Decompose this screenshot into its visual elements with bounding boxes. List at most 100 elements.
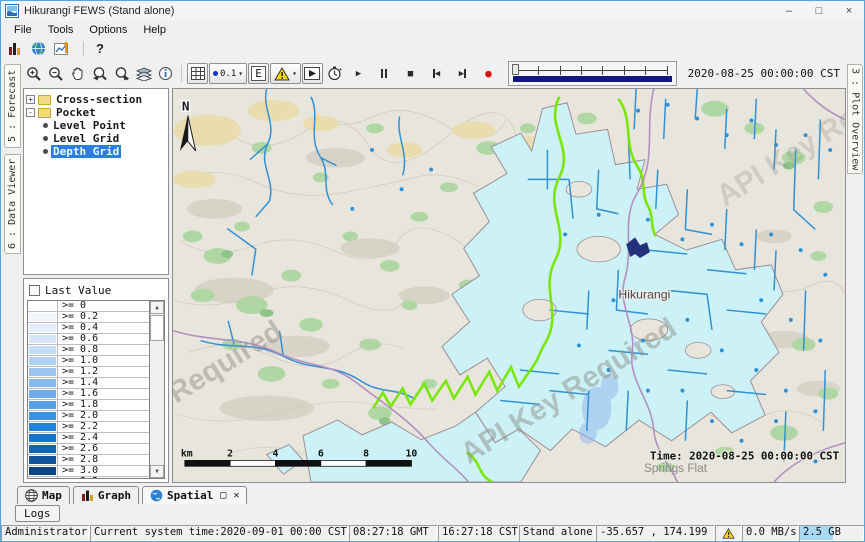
legend-color-swatch [28,411,58,421]
legend-scrollbar[interactable]: ▲ ▼ [149,301,164,478]
main-toolbar: ? [1,38,864,59]
chevron-down-icon: ▾ [292,69,297,78]
zoom-in-button[interactable] [23,63,44,84]
grid-toggle-button[interactable] [187,63,208,84]
legend-row-label: >= 0.6 [58,334,149,344]
map-canvas[interactable]: API Key Required API Key Required API Ke… [173,89,845,482]
time-slider[interactable] [508,61,677,86]
legend-row[interactable]: >= 3.2 [28,477,149,478]
tab-map[interactable]: Map [17,486,70,504]
time-slider-handle[interactable] [512,64,519,75]
tab-graph[interactable]: Graph [73,486,139,504]
folder-icon [38,95,51,105]
tree-item-level-grid[interactable]: Level Grid [26,132,166,145]
layer-bullet-icon [43,149,48,154]
menu-bar: FileToolsOptionsHelp [1,21,864,38]
zoom-next-button[interactable] [111,63,132,84]
tree-item-level-point[interactable]: Level Point [26,119,166,132]
timeseries-display-button[interactable] [54,41,71,56]
left-panel: + Cross-section - Pocket Level Point [23,88,169,483]
threshold-value-dropdown[interactable]: 0.1 ▾ [209,63,247,84]
window-controls: – □ × [774,1,864,21]
tree-item-label[interactable]: Cross-section [54,93,144,106]
scroll-down-icon[interactable]: ▼ [150,465,164,478]
svg-text:N: N [182,100,190,115]
animation-panel-button[interactable] [302,63,323,84]
logs-button[interactable]: Logs [15,505,60,522]
layers-button[interactable] [133,63,154,84]
record-button[interactable]: ● [479,64,498,83]
scrollbar-thumb[interactable] [150,315,164,341]
pan-button[interactable] [67,63,88,84]
svg-text:4: 4 [273,448,279,459]
legend-color-swatch [28,356,58,366]
tab-spatial[interactable]: Spatial □ ✕ [142,486,247,504]
legend-row-label: >= 1.8 [58,400,149,410]
legend-color-swatch [28,323,58,333]
expand-icon[interactable]: + [26,95,35,104]
info-button[interactable] [155,63,176,84]
menu-item[interactable]: File [6,23,40,37]
scroll-up-icon[interactable]: ▲ [150,301,164,314]
folder-icon [38,108,51,118]
status-transfer-rate: 0.0 MB/s [742,525,798,541]
main-content: + Cross-section - Pocket Level Point [21,88,847,485]
legend-row-label: >= 1.4 [58,378,149,388]
tab-float-icon[interactable]: □ [220,490,226,501]
zoom-previous-button[interactable] [89,63,110,84]
warning-threshold-dropdown[interactable]: ▾ [270,63,301,84]
play-button[interactable]: ▶ [349,64,368,83]
logs-display-button[interactable] [7,41,23,56]
legend-row-label: >= 2.4 [58,433,149,443]
legend-color-swatch [28,422,58,432]
tab-data-viewer[interactable]: 6 : Data Viewer [4,154,21,254]
tab-forecast[interactable]: 5 : Forecast [4,64,21,148]
tab-close-icon[interactable]: ✕ [233,490,239,501]
stop-button[interactable]: ■ [401,64,420,83]
close-button[interactable]: × [834,1,864,21]
workspace: 5 : Forecast 6 : Data Viewer [1,59,864,485]
pause-button[interactable] [375,64,394,83]
tree-item-label[interactable]: Pocket [54,106,98,119]
legend-row-label: >= 1.0 [58,356,149,366]
maximize-button[interactable]: □ [804,1,834,21]
minimize-button[interactable]: – [774,1,804,21]
legend-row-label: >= 2.0 [58,411,149,421]
collapse-icon[interactable]: - [26,108,35,117]
help-button[interactable]: ? [96,41,104,56]
svg-text:8: 8 [363,448,369,459]
window-title: Hikurangi FEWS (Stand alone) [24,5,174,17]
label-toggle-button[interactable]: E [248,63,269,84]
threshold-dot-icon [213,71,218,76]
status-user: Administrator [1,525,89,541]
map-panel[interactable]: API Key Required API Key Required API Ke… [172,88,846,483]
map-display-button[interactable] [31,41,46,56]
tree-item-label[interactable]: Level Point [51,119,128,132]
status-warning[interactable] [715,525,741,541]
left-tab-strip: 5 : Forecast 6 : Data Viewer [1,59,21,485]
animation-timer-button[interactable] [324,63,345,84]
legend-row-label: >= 1.2 [58,367,149,377]
menu-item[interactable]: Tools [40,23,82,37]
menu-item[interactable]: Options [81,23,135,37]
legend-row-label: >= 3.2 [58,477,149,478]
legend-row-label: >= 0 [58,301,149,311]
status-local-time: 16:27:18 CST [438,525,518,541]
zoom-out-button[interactable] [45,63,66,84]
tree-item-cross-section[interactable]: + Cross-section [26,93,166,106]
title-bar: Hikurangi FEWS (Stand alone) – □ × [1,1,864,21]
skip-to-start-button[interactable]: ◀ [427,64,446,83]
tree-item-label-selected[interactable]: Depth Grid [51,145,121,158]
tree-item-depth-grid[interactable]: Depth Grid [26,145,166,158]
menu-item[interactable]: Help [135,23,174,37]
tree-item-label[interactable]: Level Grid [51,132,121,145]
legend-color-swatch [28,378,58,388]
tree-item-pocket[interactable]: - Pocket [26,106,166,119]
status-gmt-time: 08:27:18 GMT [349,525,437,541]
tab-plot-overview[interactable]: 3 : Plot Overview [847,64,863,174]
skip-to-end-button[interactable]: ▶ [453,64,472,83]
legend-row-label: >= 0.2 [58,312,149,322]
label-button-glyph: E [251,66,266,81]
last-value-checkbox[interactable] [29,285,40,296]
time-slider-track [517,70,668,71]
